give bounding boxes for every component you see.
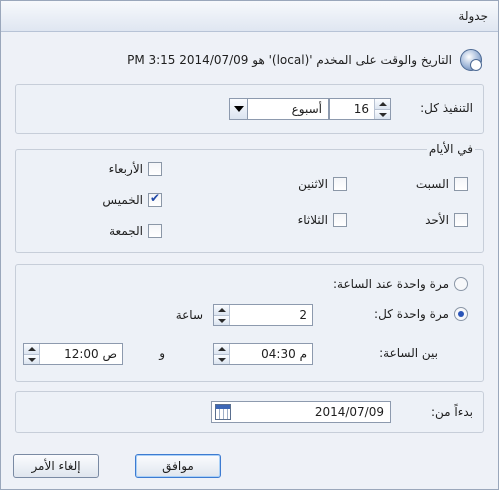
server-time-text: التاريخ والوقت على المخدم '(local)' هو 2… — [127, 53, 452, 67]
day-monday-checkbox[interactable]: الاثنين — [298, 177, 347, 191]
day-label: الثلاثاء — [297, 213, 328, 227]
start-date-picker[interactable]: 2014/07/09 — [211, 401, 391, 423]
checkbox-checked-icon[interactable] — [148, 191, 162, 207]
every-unit-label: ساعة — [175, 308, 203, 322]
days-label: في الأيام — [426, 142, 475, 156]
frequency-group: مرة واحدة عند الساعة: مرة واحدة كل: 2 سا… — [15, 264, 484, 382]
checkbox-icon[interactable] — [454, 177, 468, 191]
start-from-label: بدءاً من: — [430, 405, 473, 419]
day-label: الاثنين — [298, 177, 328, 191]
spinner-arrows-icon[interactable] — [24, 344, 40, 364]
spinner-arrows-icon[interactable] — [214, 305, 230, 325]
checkbox-icon[interactable] — [148, 162, 162, 176]
run-every-value: 16 — [353, 102, 369, 116]
end-time-spinner[interactable]: 12:00 ص — [23, 343, 123, 365]
end-time-value: 12:00 ص — [64, 347, 117, 361]
ok-button[interactable]: موافق — [135, 454, 221, 478]
every-hours-value: 2 — [299, 308, 307, 322]
between-label: بين الساعة: — [379, 346, 438, 360]
run-every-spinner[interactable]: 16 — [329, 98, 391, 120]
title-bar: جدولة — [1, 1, 498, 32]
day-label: الأحد — [425, 213, 449, 227]
schedule-dialog: جدولة التاريخ والوقت على المخدم '(local)… — [0, 0, 499, 490]
checkbox-icon[interactable] — [454, 213, 468, 227]
run-every-group: التنفيذ كل: 16 أسبوع — [15, 84, 484, 134]
day-sunday-checkbox[interactable]: الأحد — [425, 213, 468, 227]
start-date-value: 2014/07/09 — [314, 405, 384, 419]
calendar-icon[interactable] — [215, 404, 231, 420]
run-every-label: التنفيذ كل: — [420, 101, 473, 115]
chevron-down-icon[interactable] — [230, 99, 248, 119]
cancel-button[interactable]: إلغاء الأمر — [13, 454, 99, 478]
start-time-value: 04:30 م — [261, 347, 307, 361]
checkbox-icon[interactable] — [333, 213, 347, 227]
day-friday-checkbox[interactable]: الجمعة — [109, 224, 162, 238]
day-saturday-checkbox[interactable]: السبت — [416, 177, 468, 191]
day-tuesday-checkbox[interactable]: الثلاثاء — [298, 213, 347, 227]
checkbox-icon[interactable] — [333, 177, 347, 191]
window-title: جدولة — [458, 9, 488, 23]
start-from-group: بدءاً من: 2014/07/09 — [15, 391, 484, 433]
spinner-arrows-icon[interactable] — [214, 344, 230, 364]
database-clock-icon — [460, 49, 482, 71]
start-time-spinner[interactable]: 04:30 م — [213, 343, 313, 365]
checkbox-icon[interactable] — [148, 224, 162, 238]
day-label: الخميس — [102, 193, 143, 207]
days-group: في الأيام السبت الاثنين الأربعاء الخميس … — [15, 142, 484, 253]
every-hours-spinner[interactable]: 2 — [213, 304, 313, 326]
once-at-radio[interactable]: مرة واحدة عند الساعة: — [333, 277, 468, 291]
day-label: الجمعة — [109, 224, 143, 238]
server-time-info: التاريخ والوقت على المخدم '(local)' هو 2… — [127, 49, 482, 71]
once-every-label: مرة واحدة كل: — [374, 307, 449, 321]
once-every-radio[interactable]: مرة واحدة كل: — [374, 307, 468, 321]
and-label: و — [159, 346, 165, 360]
spinner-arrows-icon[interactable] — [374, 99, 390, 119]
day-label: السبت — [415, 177, 449, 191]
radio-selected-icon[interactable] — [454, 307, 468, 321]
run-every-unit: أسبوع — [291, 102, 322, 116]
run-every-unit-select[interactable]: أسبوع — [229, 98, 329, 120]
day-wednesday-checkbox[interactable]: الأربعاء — [109, 162, 162, 176]
radio-icon[interactable] — [454, 277, 468, 291]
once-at-label: مرة واحدة عند الساعة: — [333, 277, 449, 291]
day-label: الأربعاء — [108, 162, 143, 176]
day-thursday-checkbox[interactable]: الخميس — [102, 191, 162, 207]
